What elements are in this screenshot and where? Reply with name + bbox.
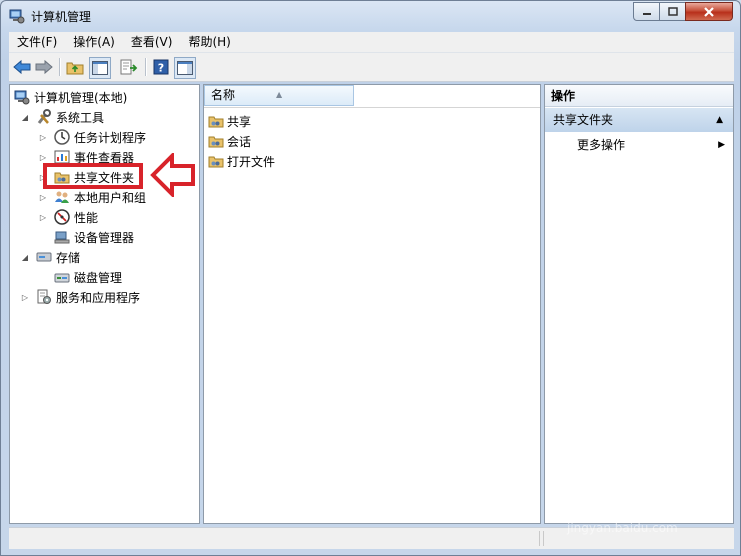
red-arrow-annotation-icon (150, 153, 195, 197)
menu-bar: 文件(F) 操作(A) 查看(V) 帮助(H) (9, 32, 734, 53)
baidu-watermark: Bai 经验 jingyan.baidu.com (565, 485, 705, 535)
shared-folder-icon (208, 113, 224, 129)
actions-section-shared-folders[interactable]: 共享文件夹 ▲ (545, 108, 733, 132)
menu-action[interactable]: 操作(A) (65, 32, 123, 52)
tree-label: 存储 (56, 250, 81, 265)
submenu-arrow-icon: ▶ (718, 140, 725, 150)
tree-label: 磁盘管理 (74, 270, 123, 285)
computer-management-icon (9, 8, 25, 24)
window-title: 计算机管理 (31, 10, 92, 24)
back-arrow-icon[interactable] (12, 57, 32, 77)
tree-item-services-applications[interactable]: ▷ 服务和应用程序 (20, 287, 140, 307)
list-item-open-files[interactable]: 打开文件 (208, 151, 275, 171)
expand-triangle-icon[interactable]: ▷ (38, 132, 48, 142)
collapse-triangle-icon[interactable]: ◢ (20, 252, 30, 262)
tree-label: 设备管理器 (74, 230, 135, 245)
list-item-sessions[interactable]: 会话 (208, 131, 251, 151)
help-icon[interactable]: ? (151, 57, 171, 77)
menu-help[interactable]: 帮助(H) (180, 32, 238, 52)
show-hide-action-pane-icon[interactable] (174, 57, 196, 79)
highlight-box-annotation (43, 163, 143, 189)
column-header-name[interactable]: 名称 ▲ (204, 85, 354, 106)
shared-folder-icon (208, 133, 224, 149)
minimize-button[interactable] (633, 2, 660, 21)
disk-management-icon (54, 269, 70, 285)
tree-item-computer-management[interactable]: 计算机管理(本地) (14, 87, 127, 107)
tree-item-task-scheduler[interactable]: ▷ 任务计划程序 (38, 127, 146, 147)
show-hide-console-tree-icon[interactable] (89, 57, 111, 79)
expand-triangle-icon[interactable]: ▷ (20, 292, 30, 302)
performance-icon (54, 209, 70, 225)
shared-folder-icon (208, 153, 224, 169)
result-list-pane: 名称 ▲ 共享 会话 打开文件 (203, 84, 541, 524)
close-button[interactable] (685, 2, 733, 21)
tree-item-disk-management[interactable]: 磁盘管理 (54, 267, 122, 287)
more-actions-item[interactable]: 更多操作 ▶ (577, 135, 727, 155)
export-list-icon[interactable] (119, 57, 139, 77)
expand-triangle-icon[interactable]: ▷ (38, 212, 48, 222)
tree-label: 计算机管理(本地) (34, 90, 128, 105)
expand-triangle-icon[interactable]: ▷ (38, 192, 48, 202)
services-icon (36, 289, 52, 305)
toolbar: ? (9, 53, 734, 82)
up-folder-icon[interactable] (65, 57, 85, 77)
collapse-triangle-icon[interactable]: ◢ (20, 112, 30, 122)
tree-label: 任务计划程序 (74, 130, 147, 145)
forward-arrow-icon[interactable] (34, 57, 54, 77)
expand-triangle-icon[interactable]: ▷ (38, 152, 48, 162)
tree-item-performance[interactable]: ▷ 性能 (38, 207, 98, 227)
console-tree-pane: 计算机管理(本地) ◢ 系统工具 ▷ 任务计划程序 ▷ 事件查看器 ▷ 共享文件… (9, 84, 200, 524)
actions-title: 操作 (545, 85, 733, 107)
clock-icon (54, 129, 70, 145)
tree-label: 服务和应用程序 (56, 290, 141, 305)
paw-logo-icon (627, 486, 649, 512)
storage-icon (36, 249, 52, 265)
tools-icon (36, 109, 52, 125)
list-header: 名称 ▲ (204, 85, 540, 108)
tree-label: 性能 (74, 210, 99, 225)
computer-management-icon (14, 89, 30, 105)
tree-item-system-tools[interactable]: ◢ 系统工具 (20, 107, 104, 127)
list-item-shares[interactable]: 共享 (208, 111, 251, 131)
menu-file[interactable]: 文件(F) (9, 32, 65, 52)
menu-view[interactable]: 查看(V) (123, 32, 181, 52)
users-icon (54, 189, 70, 205)
tree-label: 本地用户和组 (74, 190, 147, 205)
collapse-up-icon: ▲ (716, 115, 723, 125)
computer-management-window: 计算机管理 文件(F) 操作(A) 查看(V) 帮助(H) ? 计算机管理(本地… (0, 0, 741, 556)
title-bar[interactable]: 计算机管理 (1, 1, 740, 31)
sort-ascending-icon: ▲ (276, 90, 283, 99)
tree-item-device-manager[interactable]: 设备管理器 (54, 227, 134, 247)
svg-text:?: ? (158, 62, 164, 75)
tree-label: 系统工具 (56, 110, 105, 125)
maximize-button[interactable] (659, 2, 686, 21)
tree-item-storage[interactable]: ◢ 存储 (20, 247, 80, 267)
tree-item-local-users[interactable]: ▷ 本地用户和组 (38, 187, 146, 207)
actions-pane: 操作 共享文件夹 ▲ 更多操作 ▶ (544, 84, 734, 524)
device-manager-icon (54, 229, 70, 245)
